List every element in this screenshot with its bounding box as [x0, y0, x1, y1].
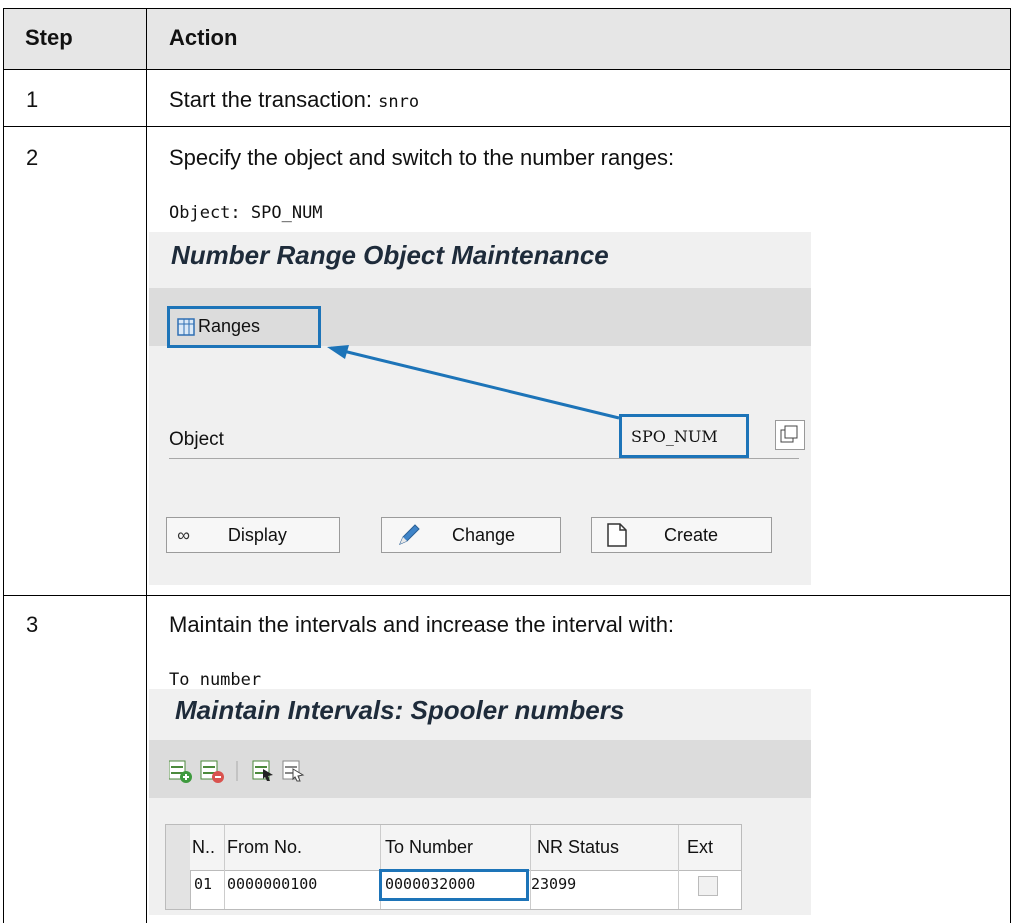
object-input[interactable]: SPO_NUM [631, 427, 718, 446]
step-number-1: 1 [26, 87, 39, 112]
deselect-all-icon [282, 760, 305, 782]
step-3-code: To number [169, 670, 262, 690]
copy-icon [780, 425, 798, 443]
screen-title-2: Maintain Intervals: Spooler numbers [175, 695, 625, 725]
create-button[interactable]: Create [591, 517, 772, 553]
sap-screen-intervals: Maintain Intervals: Spooler numbers N.. … [149, 689, 811, 915]
step-number-3: 3 [26, 612, 39, 637]
step-2-code: Object: SPO_NUM [169, 203, 323, 223]
step-1-action: Start the transaction: snro [169, 87, 420, 112]
sap-screen-number-range: Number Range Object Maintenance Ranges O… [149, 232, 811, 585]
col-ext: Ext [687, 837, 714, 857]
document-icon [607, 523, 627, 547]
table-header [3, 8, 1011, 70]
insert-line-icon [169, 760, 192, 783]
cell-to[interactable]: 0000032000 [385, 875, 475, 893]
ext-checkbox[interactable] [698, 876, 718, 896]
header-action: Action [169, 25, 238, 50]
cell-from[interactable]: 0000000100 [227, 875, 317, 893]
step-3-action: Maintain the intervals and increase the … [169, 612, 675, 637]
step-2-action: Specify the object and switch to the num… [169, 145, 675, 170]
glasses-icon: ∞ [177, 524, 190, 545]
cell-n: 01 [194, 875, 213, 893]
col-from: From No. [227, 837, 303, 857]
delete-line-icon [200, 760, 224, 783]
cell-status: 23099 [531, 875, 577, 893]
display-button[interactable]: ∞ Display [166, 517, 340, 553]
toolbar-icons [169, 760, 305, 783]
pencil-icon [399, 524, 420, 545]
step-number-2: 2 [26, 145, 39, 170]
object-label: Object [169, 429, 224, 450]
col-n: N.. [192, 837, 216, 857]
col-to: To Number [385, 837, 474, 857]
select-all-icon [252, 760, 273, 781]
col-status: NR Status [537, 837, 620, 857]
transaction-code: snro [378, 92, 420, 112]
header-step: Step [25, 25, 73, 50]
change-button[interactable]: Change [381, 517, 561, 553]
value-help-button[interactable] [775, 420, 805, 450]
